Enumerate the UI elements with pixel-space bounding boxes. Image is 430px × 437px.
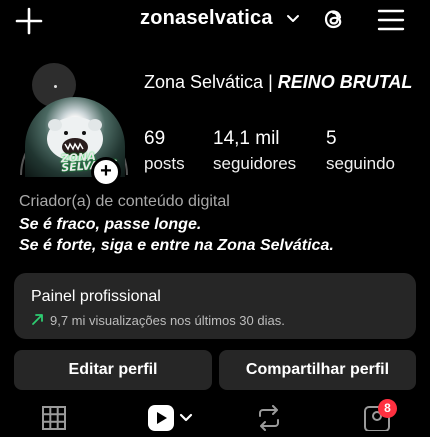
display-name-plain: Zona Selvática |: [144, 72, 278, 92]
dashboard-title: Painel profissional: [31, 288, 161, 305]
account-switcher-username[interactable]: zonaselvatica: [140, 7, 273, 30]
share-profile-button[interactable]: Compartilhar perfil: [219, 350, 416, 390]
menu-button[interactable]: [376, 6, 406, 34]
reels-icon: [148, 405, 193, 431]
posts-label: posts: [144, 154, 185, 173]
following-count: 5: [326, 128, 337, 149]
following-label: seguindo: [326, 154, 396, 173]
stat-posts[interactable]: 69 posts: [144, 128, 185, 174]
followers-count: 14,1 mil: [213, 128, 280, 149]
tab-reposts[interactable]: [256, 405, 282, 431]
add-story-button[interactable]: +: [91, 157, 121, 187]
threads-icon: [324, 10, 342, 29]
edit-profile-button[interactable]: Editar perfil: [14, 350, 212, 390]
bio-line-1: Se é fraco, passe longe.: [19, 216, 202, 233]
dashboard-subtitle: 9,7 mi visualizações nos últimos 30 dias…: [50, 313, 285, 328]
display-name: Zona Selvática | REINO BRUTAL: [144, 70, 414, 95]
menu-icon: [377, 9, 405, 31]
tab-posts-grid[interactable]: [41, 405, 67, 431]
plus-icon: [15, 7, 43, 35]
stat-following[interactable]: 5 seguindo: [326, 128, 395, 174]
profile-category: Criador(a) de conteúdo digital: [19, 193, 230, 210]
plus-icon: +: [100, 160, 112, 182]
tab-reels[interactable]: [147, 404, 197, 432]
chevron-down-icon: [287, 15, 299, 22]
tagged-notification-badge: 8: [378, 399, 397, 418]
followers-label: seguidores: [213, 154, 297, 173]
note-dot: [54, 85, 57, 88]
account-switcher-chevron[interactable]: [285, 11, 301, 27]
posts-count: 69: [144, 128, 166, 149]
stat-followers[interactable]: 14,1 mil seguidores: [213, 128, 296, 174]
threads-button[interactable]: [320, 5, 348, 33]
trend-up-icon: [32, 314, 43, 325]
display-name-emphasis: REINO BRUTAL: [277, 72, 413, 92]
professional-dashboard[interactable]: Painel profissional 9,7 mi visualizações…: [14, 273, 416, 339]
grid-icon: [42, 406, 66, 430]
repost-icon: [259, 405, 279, 431]
new-post-button[interactable]: [14, 6, 44, 36]
bio-line-2: Se é forte, siga e entre na Zona Selváti…: [19, 237, 334, 254]
